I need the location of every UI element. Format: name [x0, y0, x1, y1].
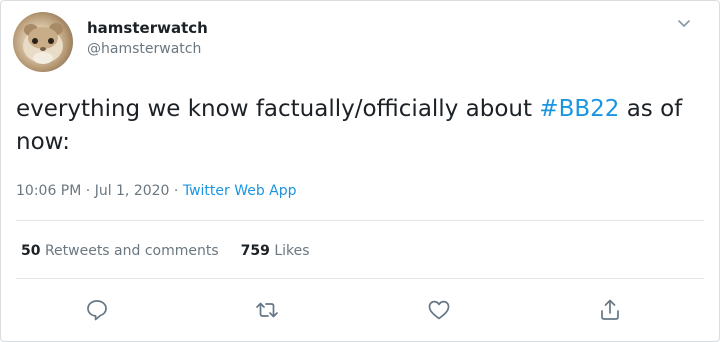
retweets-stat[interactable]: 50 Retweets and comments — [21, 243, 219, 259]
display-name[interactable]: hamsterwatch — [87, 18, 208, 38]
source-app-link[interactable]: Twitter Web App — [183, 183, 297, 199]
share-icon[interactable] — [597, 297, 623, 323]
avatar[interactable] — [13, 12, 73, 72]
meta-separator: · — [169, 183, 183, 199]
action-bar — [1, 293, 719, 327]
retweets-count: 50 — [21, 243, 41, 259]
user-handle[interactable]: @hamsterwatch — [87, 39, 208, 59]
hashtag-link[interactable]: #BB22 — [539, 96, 619, 122]
tweet-stats: 50 Retweets and comments 759 Likes — [21, 241, 310, 261]
meta-separator: · — [81, 183, 95, 199]
likes-count: 759 — [240, 243, 270, 259]
tweet-text-body: everything we know factually/officially … — [16, 96, 540, 122]
retweets-label: Retweets and comments — [44, 243, 219, 259]
reply-icon[interactable] — [84, 297, 110, 323]
divider — [16, 220, 704, 221]
divider — [16, 278, 704, 279]
chevron-down-icon[interactable] — [675, 15, 693, 33]
likes-stat[interactable]: 759 Likes — [241, 243, 310, 259]
user-info: hamsterwatch @hamsterwatch — [87, 18, 208, 59]
retweet-icon[interactable] — [254, 297, 280, 323]
tweet-time[interactable]: 10:06 PM — [16, 183, 81, 199]
heart-icon[interactable] — [426, 297, 452, 323]
tweet-card: hamsterwatch @hamsterwatch everything we… — [0, 0, 720, 342]
tweet-date[interactable]: Jul 1, 2020 — [95, 183, 170, 199]
tweet-meta: 10:06 PM · Jul 1, 2020 · Twitter Web App — [16, 181, 297, 201]
likes-label: Likes — [274, 243, 310, 259]
tweet-text: everything we know factually/officially … — [16, 93, 706, 159]
